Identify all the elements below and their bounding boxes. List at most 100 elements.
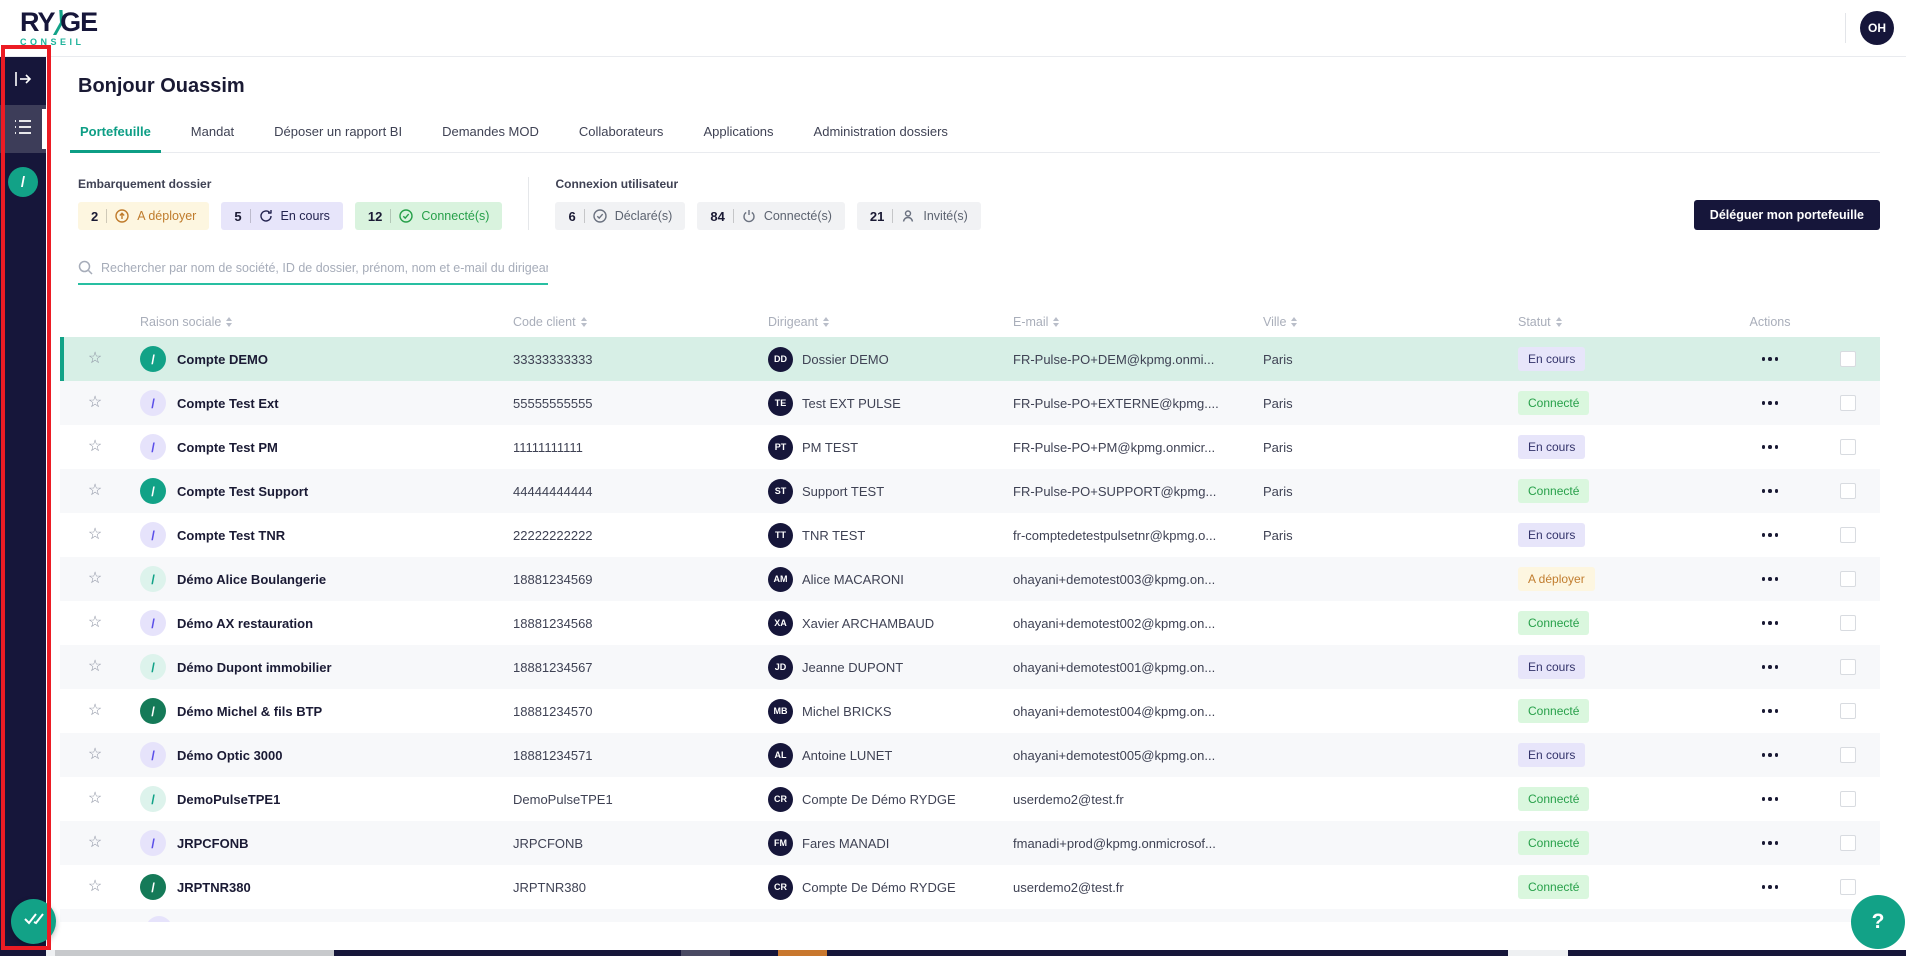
row-checkbox[interactable] xyxy=(1840,791,1856,807)
favorite-star-icon[interactable]: ☆ xyxy=(88,659,102,675)
table-row[interactable]: ☆ Démo Optic 3000 18881234571 AL Antoine… xyxy=(60,733,1880,777)
bottom-bar-segment xyxy=(681,950,730,956)
sidebar-item-pulse[interactable]: / xyxy=(8,167,38,197)
sort-icon xyxy=(1556,317,1562,327)
favorite-star-icon[interactable]: ☆ xyxy=(88,879,102,895)
tab[interactable]: Administration dossiers xyxy=(812,124,950,152)
favorite-star-icon[interactable]: ☆ xyxy=(88,483,102,499)
favorite-star-icon[interactable]: ☆ xyxy=(88,747,102,763)
client-code: 44444444444 xyxy=(505,484,760,499)
status-badge: Connecté xyxy=(1518,611,1589,635)
table-row[interactable]: ☆ JRPTNR380 JRPTNR380 CR Compte De Démo … xyxy=(60,865,1880,909)
row-checkbox[interactable] xyxy=(1840,439,1856,455)
favorite-star-icon[interactable]: ☆ xyxy=(88,791,102,807)
favorite-star-icon[interactable]: ☆ xyxy=(88,615,102,631)
row-checkbox[interactable] xyxy=(1840,571,1856,587)
tab[interactable]: Portefeuille xyxy=(78,124,153,152)
row-actions-menu-button[interactable] xyxy=(1756,439,1785,455)
company-name: JRPCFONB xyxy=(177,836,249,851)
favorite-star-icon[interactable]: ☆ xyxy=(88,351,102,367)
sort-icon xyxy=(823,317,829,327)
row-actions-menu-button[interactable] xyxy=(1756,791,1785,807)
rydge-logo[interactable]: RY⟩GE CONSEIL xyxy=(20,9,97,47)
row-actions-menu-button[interactable] xyxy=(1756,747,1785,763)
dirigeant-name: Test EXT PULSE xyxy=(802,396,901,411)
horizontal-scrollbar-thumb[interactable] xyxy=(55,950,334,956)
pulse-status-icon xyxy=(140,346,166,372)
main-content: Bonjour Ouassim PortefeuilleMandatDépose… xyxy=(50,75,1906,922)
table-row[interactable]: ☆ Compte Test PM 11111111111 PT PM TEST … xyxy=(60,425,1880,469)
row-actions-menu-button[interactable] xyxy=(1756,483,1785,499)
pulse-status-icon xyxy=(140,654,166,680)
stat-badge-invites: 21 Invité(s) xyxy=(857,202,981,230)
column-email[interactable]: E-mail xyxy=(1005,315,1255,329)
status-badge: En cours xyxy=(1518,655,1585,679)
table-row[interactable]: ☆ Démo Dupont immobilier 18881234567 JD … xyxy=(60,645,1880,689)
tab[interactable]: Mandat xyxy=(189,124,236,152)
row-checkbox[interactable] xyxy=(1840,747,1856,763)
person-icon xyxy=(901,209,915,223)
column-code-client[interactable]: Code client xyxy=(505,315,760,329)
stat-group-label: Embarquement dossier xyxy=(78,177,502,191)
email: userdemo2@test.fr xyxy=(1005,792,1255,807)
table-row[interactable]: ☆ JRPCFONB JRPCFONB FM Fares MANADI fman… xyxy=(60,821,1880,865)
row-checkbox[interactable] xyxy=(1840,527,1856,543)
table-row[interactable]: ☆ Démo AX restauration 18881234568 XA Xa… xyxy=(60,601,1880,645)
row-actions-menu-button[interactable] xyxy=(1756,879,1785,895)
collapse-sidebar-button[interactable] xyxy=(0,57,46,105)
table-row[interactable]: ☆ DemoPulseTPE1 DemoPulseTPE1 CR Compte … xyxy=(60,777,1880,821)
company-name: Compte Test TNR xyxy=(177,528,285,543)
table-row[interactable]: ☆ Compte Test Support 44444444444 ST Sup… xyxy=(60,469,1880,513)
pulse-status-icon xyxy=(140,786,166,812)
tab[interactable]: Applications xyxy=(701,124,775,152)
favorite-star-icon[interactable]: ☆ xyxy=(88,439,102,455)
row-actions-menu-button[interactable] xyxy=(1756,527,1785,543)
row-checkbox[interactable] xyxy=(1840,835,1856,851)
row-checkbox[interactable] xyxy=(1840,879,1856,895)
row-actions-menu-button[interactable] xyxy=(1756,835,1785,851)
tab[interactable]: Déposer un rapport BI xyxy=(272,124,404,152)
dirigeant-avatar: ST xyxy=(768,479,793,504)
dirigeant-avatar: JD xyxy=(768,655,793,680)
row-checkbox[interactable] xyxy=(1840,395,1856,411)
row-checkbox[interactable] xyxy=(1840,659,1856,675)
row-actions-menu-button[interactable] xyxy=(1756,351,1785,367)
column-statut[interactable]: Statut xyxy=(1510,315,1700,329)
dirigeant-name: TNR TEST xyxy=(802,528,865,543)
row-actions-menu-button[interactable] xyxy=(1756,703,1785,719)
dirigeant-avatar: CR xyxy=(768,787,793,812)
column-raison-sociale[interactable]: Raison sociale xyxy=(130,315,505,329)
row-checkbox[interactable] xyxy=(1840,615,1856,631)
favorite-star-icon[interactable]: ☆ xyxy=(88,835,102,851)
tab[interactable]: Collaborateurs xyxy=(577,124,666,152)
table-row[interactable]: ☆ Compte DEMO 33333333333 DD Dossier DEM… xyxy=(60,337,1880,381)
favorite-star-icon[interactable]: ☆ xyxy=(88,703,102,719)
user-avatar[interactable]: OH xyxy=(1860,11,1894,45)
email: FR-Pulse-PO+SUPPORT@kpmg... xyxy=(1005,484,1255,499)
row-actions-menu-button[interactable] xyxy=(1756,659,1785,675)
table-row[interactable]: ☆ Compte Test Ext 55555555555 TE Test EX… xyxy=(60,381,1880,425)
sidebar-item-dossier-list[interactable] xyxy=(0,105,46,153)
company-name: DemoPulseTPE1 xyxy=(177,792,280,807)
row-actions-menu-button[interactable] xyxy=(1756,615,1785,631)
table-row[interactable]: ☆ Compte Test TNR 22222222222 TT TNR TES… xyxy=(60,513,1880,557)
delegate-portfolio-button[interactable]: Déléguer mon portefeuille xyxy=(1694,200,1880,230)
row-actions-menu-button[interactable] xyxy=(1756,571,1785,587)
favorite-star-icon[interactable]: ☆ xyxy=(88,527,102,543)
tab[interactable]: Demandes MOD xyxy=(440,124,541,152)
search-input[interactable] xyxy=(101,261,548,275)
row-actions-menu-button[interactable] xyxy=(1756,395,1785,411)
check-circle-icon xyxy=(399,209,413,223)
row-checkbox[interactable] xyxy=(1840,483,1856,499)
row-checkbox[interactable] xyxy=(1840,351,1856,367)
table-row[interactable]: ☆ Démo Michel & fils BTP 18881234570 MB … xyxy=(60,689,1880,733)
row-checkbox[interactable] xyxy=(1840,703,1856,719)
help-button[interactable]: ? xyxy=(1851,895,1905,949)
favorite-star-icon[interactable]: ☆ xyxy=(88,395,102,411)
validation-fab-button[interactable] xyxy=(11,899,56,944)
column-ville[interactable]: Ville xyxy=(1255,315,1510,329)
column-dirigeant[interactable]: Dirigeant xyxy=(760,315,1005,329)
stat-badge-connectes: 12 Connecté(s) xyxy=(355,202,503,230)
favorite-star-icon[interactable]: ☆ xyxy=(88,571,102,587)
table-row[interactable]: ☆ Démo Alice Boulangerie 18881234569 AM … xyxy=(60,557,1880,601)
